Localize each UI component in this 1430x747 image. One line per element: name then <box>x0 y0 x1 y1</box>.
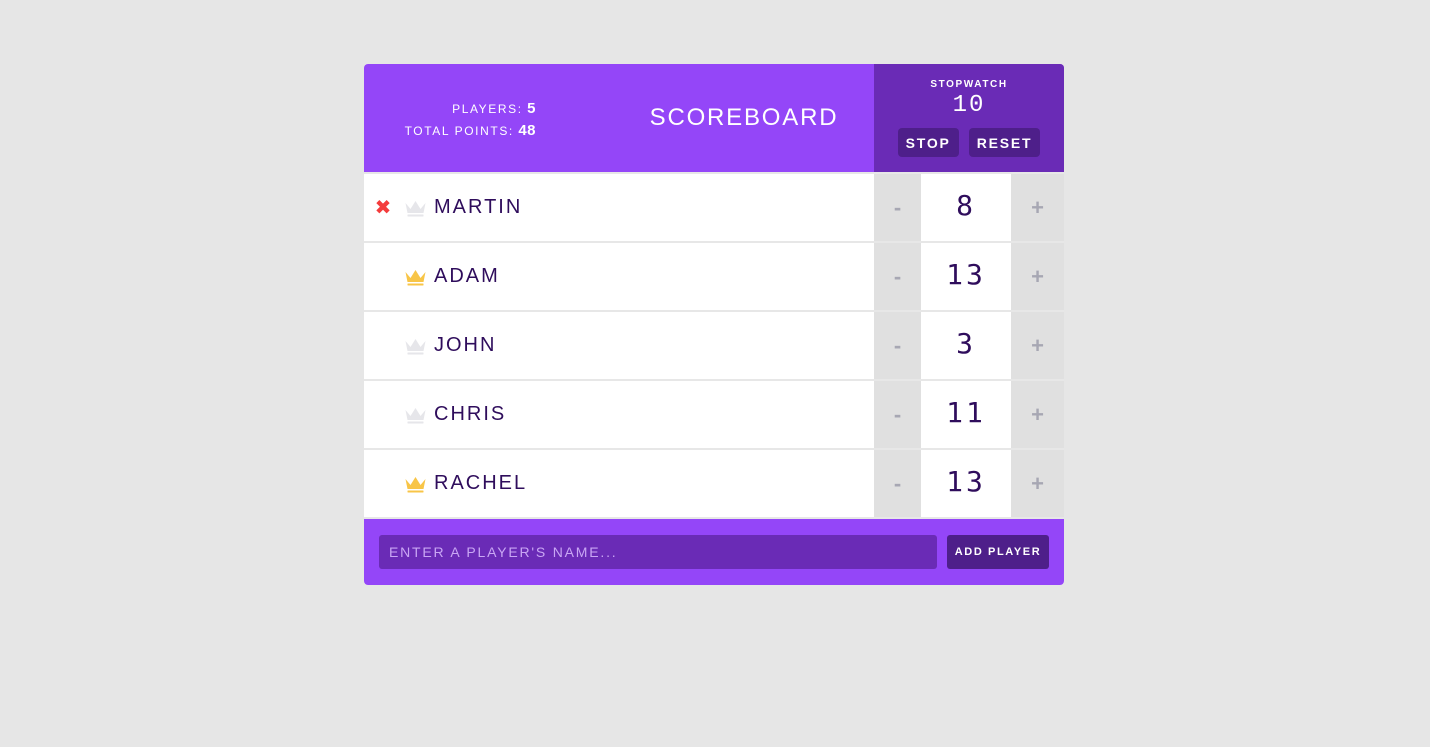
player-score: 13 <box>946 465 986 498</box>
player-name: CHRIS <box>434 403 507 425</box>
player-score: 11 <box>946 396 986 429</box>
increment-button[interactable]: + <box>1011 312 1064 379</box>
player-name: RACHEL <box>434 472 528 494</box>
page-title: SCOREBOARD <box>649 104 839 131</box>
add-player-form: ADD PLAYER <box>364 517 1064 585</box>
score-counter: - 13 + <box>874 243 1064 310</box>
increment-button[interactable]: + <box>1011 450 1064 517</box>
crown-icon <box>405 407 426 423</box>
stats-panel: PLAYERS: 5 TOTAL POINTS: 48 <box>364 64 614 172</box>
decrement-button[interactable]: - <box>874 450 921 517</box>
decrement-button[interactable]: - <box>874 243 921 310</box>
player-row: ✖ MARTIN - 8 + <box>364 172 1064 241</box>
score-counter: - 13 + <box>874 450 1064 517</box>
player-info: CHRIS <box>364 381 874 448</box>
stopwatch-buttons: STOP RESET <box>874 128 1064 157</box>
increment-button[interactable]: + <box>1011 174 1064 241</box>
decrement-button[interactable]: - <box>874 381 921 448</box>
player-row: CHRIS - 11 + <box>364 379 1064 448</box>
crown-icon <box>405 476 426 492</box>
scoreboard-header: PLAYERS: 5 TOTAL POINTS: 48 SCOREBOARD S… <box>364 64 1064 172</box>
remove-player-icon[interactable]: ✖ <box>373 195 393 220</box>
player-row: JOHN - 3 + <box>364 310 1064 379</box>
player-row: RACHEL - 13 + <box>364 448 1064 517</box>
player-name: MARTIN <box>434 196 523 218</box>
player-score: 8 <box>956 189 976 222</box>
player-score: 13 <box>946 258 986 291</box>
player-row: ADAM - 13 + <box>364 241 1064 310</box>
player-list: ✖ MARTIN - 8 + ADAM - 13 + JOHN - 3 + CH… <box>364 172 1064 517</box>
crown-icon <box>405 269 426 285</box>
player-name: ADAM <box>434 265 500 287</box>
players-count: 5 <box>527 100 536 117</box>
players-stat: PLAYERS: 5 <box>364 98 536 120</box>
scoreboard: PLAYERS: 5 TOTAL POINTS: 48 SCOREBOARD S… <box>364 64 1064 585</box>
crown-icon <box>405 338 426 354</box>
reset-button[interactable]: RESET <box>968 128 1041 157</box>
score-counter: - 3 + <box>874 312 1064 379</box>
player-info: JOHN <box>364 312 874 379</box>
stopwatch-label: STOPWATCH <box>930 79 1008 90</box>
decrement-button[interactable]: - <box>874 174 921 241</box>
player-info: RACHEL <box>364 450 874 517</box>
total-points-value: 48 <box>518 122 536 139</box>
player-score: 3 <box>956 327 976 360</box>
decrement-button[interactable]: - <box>874 312 921 379</box>
player-name: JOHN <box>434 334 497 356</box>
stopwatch: STOPWATCH 10 STOP RESET <box>874 64 1064 172</box>
player-info: ADAM <box>364 243 874 310</box>
stop-button[interactable]: STOP <box>897 128 959 157</box>
players-label: PLAYERS: <box>452 102 523 116</box>
add-player-button[interactable]: ADD PLAYER <box>947 535 1049 569</box>
stopwatch-time: 10 <box>952 92 986 119</box>
score-counter: - 8 + <box>874 174 1064 241</box>
player-name-input[interactable] <box>379 535 937 569</box>
total-points-stat: TOTAL POINTS: 48 <box>364 120 536 142</box>
score-counter: - 11 + <box>874 381 1064 448</box>
increment-button[interactable]: + <box>1011 381 1064 448</box>
player-info: ✖ MARTIN <box>364 174 874 241</box>
crown-icon <box>405 200 426 216</box>
total-points-label: TOTAL POINTS: <box>404 124 514 138</box>
increment-button[interactable]: + <box>1011 243 1064 310</box>
